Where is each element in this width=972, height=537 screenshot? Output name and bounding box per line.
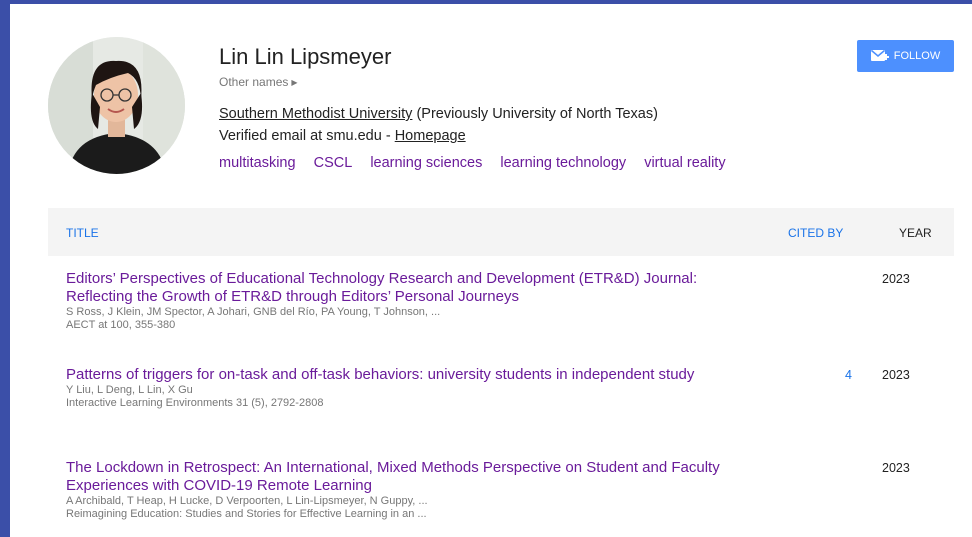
homepage-link[interactable]: Homepage (395, 128, 466, 144)
article-venue: AECT at 100, 355-380 (66, 319, 176, 331)
interest-link[interactable]: learning technology (500, 155, 626, 171)
other-names-label: Other names (219, 75, 289, 89)
interest-link[interactable]: virtual reality (644, 155, 725, 171)
follow-button[interactable]: FOLLOW (857, 40, 954, 72)
article-title-link[interactable]: Patterns of triggers for on-task and off… (66, 366, 756, 384)
research-interests: multitasking CSCL learning sciences lear… (219, 155, 740, 171)
affiliation-link[interactable]: Southern Methodist University (219, 106, 412, 122)
follow-label: FOLLOW (893, 50, 941, 62)
email-text: Verified email at smu.edu - (219, 128, 395, 144)
profile-photo (48, 37, 185, 174)
caret-right-icon: ▶ (291, 78, 298, 87)
article-authors: A Archibald, T Heap, H Lucke, D Verpoort… (66, 495, 428, 507)
cited-by-count[interactable]: 4 (792, 368, 852, 382)
affiliation-previous: (Previously University of North Texas) (412, 106, 658, 122)
table-row: Editors’ Perspectives of Educational Tec… (66, 270, 954, 332)
table-row: The Lockdown in Retrospect: An Internati… (66, 459, 954, 521)
article-venue: Interactive Learning Environments 31 (5)… (66, 397, 324, 409)
interest-link[interactable]: CSCL (314, 155, 353, 171)
affiliation: Southern Methodist University (Previousl… (219, 106, 658, 122)
article-title-link[interactable]: The Lockdown in Retrospect: An Internati… (66, 459, 756, 495)
article-authors: S Ross, J Klein, JM Spector, A Johari, G… (66, 306, 441, 318)
articles-table-header: TITLE CITED BY YEAR (48, 208, 954, 256)
profile-name: Lin Lin Lipsmeyer (219, 44, 392, 69)
article-authors: Y Liu, L Deng, L Lin, X Gu (66, 384, 193, 396)
sort-by-title[interactable]: TITLE (66, 226, 99, 240)
article-title-link[interactable]: Editors’ Perspectives of Educational Tec… (66, 270, 756, 306)
article-year: 2023 (882, 461, 910, 475)
verified-email: Verified email at smu.edu - Homepage (219, 128, 466, 144)
article-venue: Reimagining Education: Studies and Stori… (66, 508, 427, 520)
interest-link[interactable]: learning sciences (370, 155, 482, 171)
table-row: Patterns of triggers for on-task and off… (66, 366, 954, 410)
sort-by-year[interactable]: YEAR (899, 226, 932, 240)
article-year: 2023 (882, 368, 910, 382)
mail-plus-icon (870, 49, 889, 61)
other-names-toggle[interactable]: Other names ▶ (219, 75, 298, 89)
article-year: 2023 (882, 272, 910, 286)
interest-link[interactable]: multitasking (219, 155, 296, 171)
profile-panel: Lin Lin Lipsmeyer Other names ▶ Southern … (10, 4, 972, 537)
profile-avatar (48, 37, 185, 174)
sort-by-cited[interactable]: CITED BY (788, 226, 843, 240)
